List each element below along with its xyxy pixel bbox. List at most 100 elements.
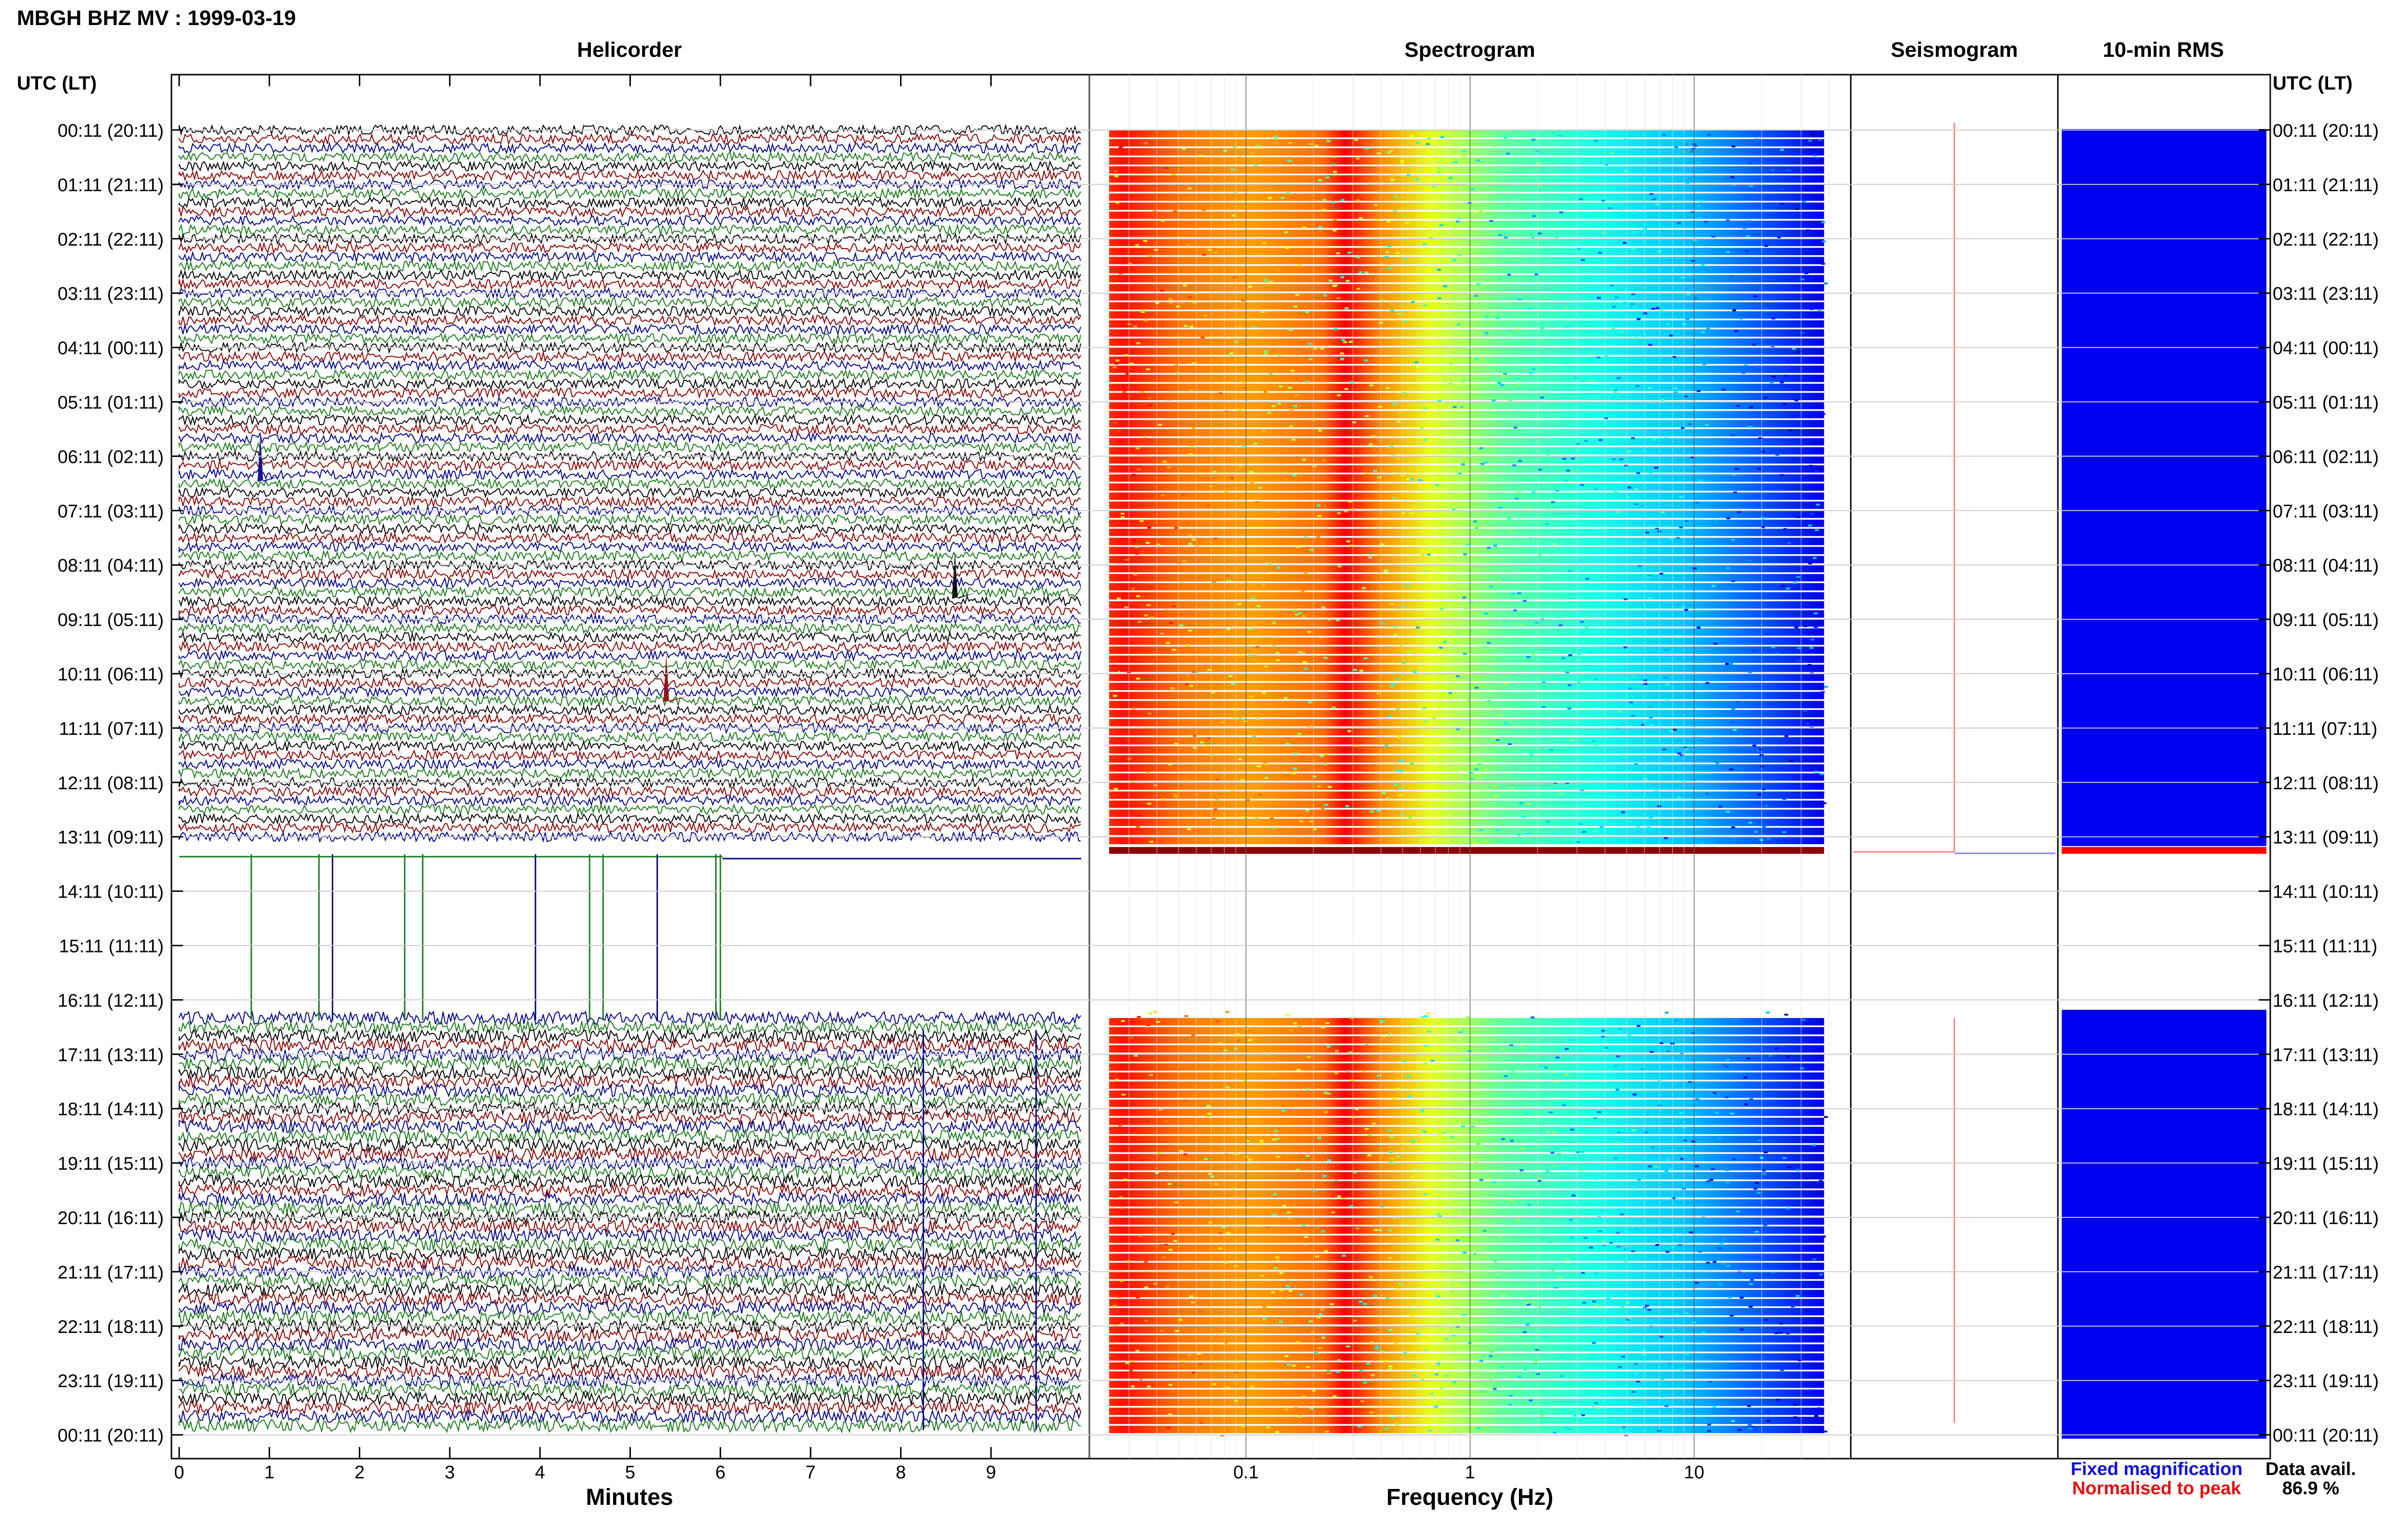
- spectrogram-speckle: [1621, 1356, 1625, 1358]
- spectrogram-speckle: [1223, 1332, 1227, 1335]
- spectrogram-speckle: [1691, 147, 1696, 150]
- spectrogram-speckle: [1508, 399, 1513, 402]
- spectrogram-speckle: [1489, 586, 1493, 588]
- spectrogram-speckle: [1274, 142, 1278, 144]
- spectrogram-speckle: [1820, 791, 1825, 794]
- spectrogram-speckle: [1393, 403, 1397, 405]
- time-label-left: 15:11 (11:11): [59, 937, 164, 957]
- spectrogram-speckle: [1748, 426, 1753, 428]
- spectrogram-speckle: [1187, 1354, 1191, 1357]
- spectrogram-speckle: [1248, 654, 1252, 656]
- spectrogram-speckle: [1584, 1389, 1588, 1391]
- spectrogram-speckle: [1305, 311, 1309, 313]
- spectrogram-speckle: [1780, 381, 1784, 384]
- spectrogram-speckle: [1386, 387, 1390, 389]
- spectrogram-speckle: [1285, 247, 1289, 249]
- spectrogram-speckle: [1319, 638, 1323, 640]
- spectrogram-row: [1109, 474, 1824, 482]
- spectrogram-speckle: [1189, 1295, 1193, 1298]
- spectrogram-speckle: [1147, 802, 1152, 805]
- spectrogram-speckle: [1608, 207, 1612, 209]
- spectrogram-speckle: [1368, 556, 1373, 559]
- spectrogram-speckle: [1218, 1247, 1223, 1250]
- helicorder-xtick-label: 6: [715, 1462, 725, 1483]
- spectrogram-speckle: [1437, 297, 1441, 300]
- spectrogram-speckle: [1436, 1362, 1440, 1365]
- spectrogram-speckle: [1474, 687, 1479, 689]
- spectrogram-speckle: [1678, 1244, 1682, 1246]
- spectrogram-speckle: [1511, 1071, 1515, 1073]
- rms-bar: [2062, 129, 2266, 846]
- spectrogram-row: [1109, 465, 1824, 473]
- spectrogram-speckle: [1700, 841, 1704, 844]
- spectrogram-speckle: [1627, 486, 1632, 489]
- spectrogram-speckle: [1365, 147, 1369, 150]
- spectrogram-speckle: [1144, 1261, 1148, 1263]
- spectrogram-speckle: [1277, 403, 1281, 405]
- spectrogram-speckle: [1137, 1016, 1141, 1018]
- spectrogram-speckle: [1169, 266, 1173, 269]
- spectrogram-speckle: [1803, 625, 1807, 627]
- spectrogram-speckle: [1796, 351, 1801, 353]
- spectrogram-speckle: [1528, 307, 1532, 310]
- spectrogram-speckle: [1580, 632, 1584, 634]
- spectrogram-speckle: [1371, 1374, 1375, 1376]
- spectrogram-speckle: [1141, 311, 1145, 313]
- spectrogram-speckle: [1428, 576, 1433, 578]
- spectrogram-speckle: [1166, 1427, 1170, 1429]
- spectrogram-speckle: [1242, 445, 1246, 448]
- time-label-right: 08:11 (04:11): [2273, 556, 2379, 576]
- spectrogram-speckle: [1333, 219, 1337, 221]
- spectrogram-speckle: [1262, 1318, 1267, 1320]
- spectrogram-speckle: [1426, 137, 1431, 140]
- rms-panel: [2057, 74, 2271, 1460]
- spectrogram-speckle: [1804, 1140, 1808, 1142]
- spectrogram-speckle: [1319, 1313, 1323, 1315]
- spectrogram-speckle: [1244, 1028, 1249, 1030]
- spectrogram-speckle: [1645, 1305, 1649, 1307]
- spectrogram-speckle: [1172, 649, 1176, 651]
- spectrogram-speckle: [1703, 248, 1708, 250]
- spectrogram-speckle: [1667, 841, 1671, 843]
- spectrogram-speckle: [1395, 1087, 1400, 1090]
- spectrogram-speckle: [1453, 1381, 1456, 1383]
- spectrogram-speckle: [1191, 538, 1196, 541]
- spectrogram-speckle: [1136, 595, 1140, 598]
- spectrogram-speckle: [1748, 1423, 1752, 1426]
- spectrogram-speckle: [1570, 739, 1574, 741]
- spectrogram-speckle: [1482, 1230, 1487, 1232]
- spectrogram-row: [1109, 710, 1824, 718]
- spectrogram-speckle: [1413, 508, 1417, 510]
- spectrogram-speckle: [1397, 736, 1401, 738]
- spectrogram-speckle: [1434, 815, 1439, 817]
- spectrogram-speckle: [1256, 765, 1261, 768]
- spectrogram-speckle: [1113, 170, 1118, 172]
- spectrogram-speckle: [1601, 1240, 1605, 1242]
- spectrogram-speckle: [1230, 477, 1234, 480]
- spectrogram-speckle: [1608, 158, 1612, 160]
- spectrogram-speckle: [1726, 517, 1730, 520]
- helicorder-xtick-label: 2: [354, 1462, 365, 1483]
- spectrogram-speckle: [1348, 1051, 1353, 1054]
- spectrogram-speckle: [1217, 205, 1221, 207]
- spectrogram-speckle: [1321, 209, 1325, 211]
- spectrogram-speckle: [1465, 1059, 1469, 1061]
- spectrogram-speckle: [1261, 311, 1265, 313]
- time-label-right: 02:11 (22:11): [2273, 230, 2379, 250]
- spectrogram-row: [1109, 1317, 1824, 1325]
- spectrogram-speckle: [1589, 1246, 1593, 1249]
- helicorder-xtick-label: 0: [174, 1462, 184, 1483]
- spectrogram-speckle: [1453, 406, 1457, 408]
- spectrogram-speckle: [1814, 1415, 1819, 1417]
- spectrogram-speckle: [1284, 1408, 1289, 1410]
- spectrogram-speckle: [1696, 737, 1700, 739]
- spectrogram-speckle: [1734, 1018, 1738, 1021]
- spectrogram-speckle: [1286, 192, 1291, 195]
- spectrogram-speckle: [1517, 592, 1521, 594]
- spectrogram-speckle: [1640, 1068, 1645, 1070]
- spectrogram-speckle: [1721, 1238, 1726, 1240]
- spectrogram-speckle: [1265, 1227, 1269, 1229]
- spectrogram-speckle: [1440, 224, 1443, 226]
- spectrogram-speckle: [1810, 513, 1814, 515]
- spectrogram-speckle: [1474, 768, 1479, 770]
